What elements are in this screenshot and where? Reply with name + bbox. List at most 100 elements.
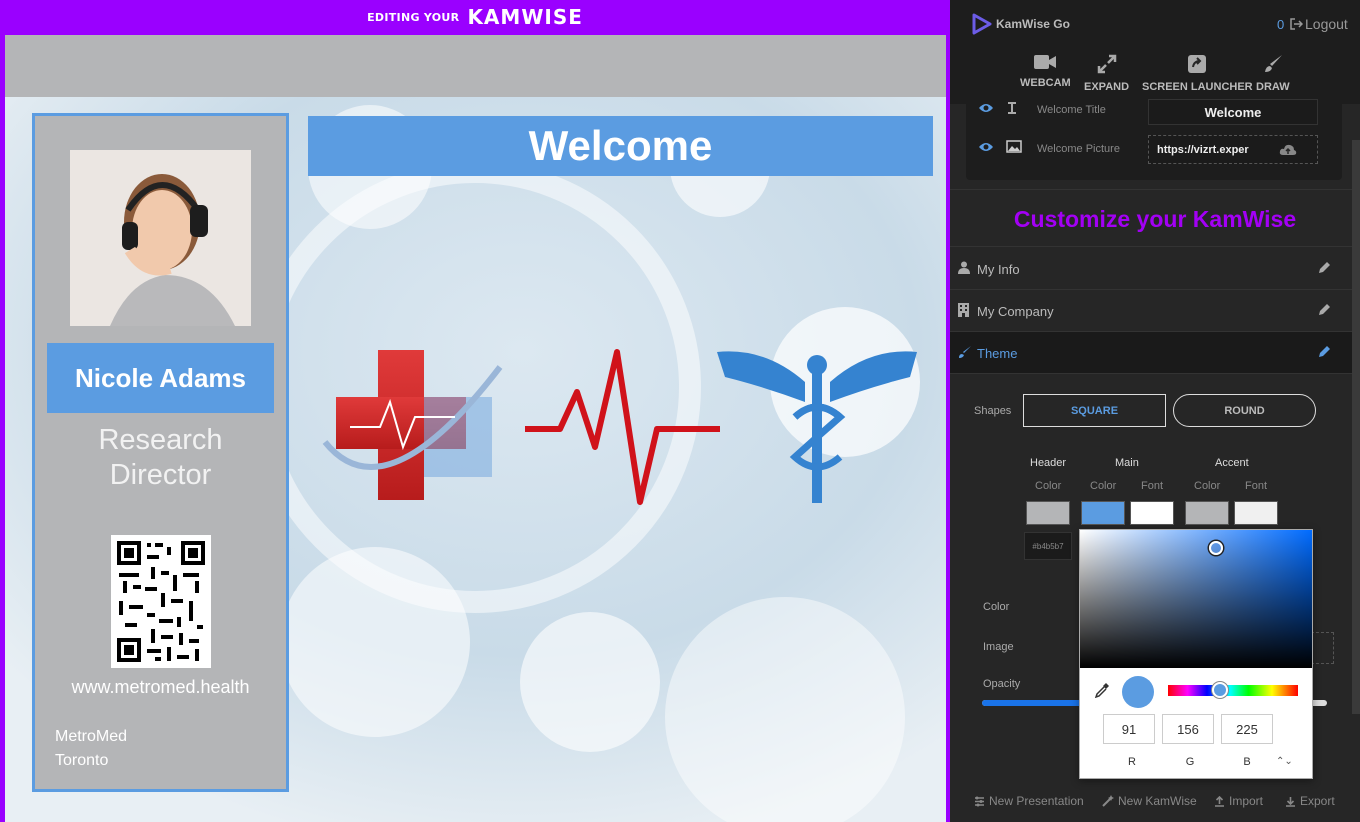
profile-sidebar[interactable]: Nicole Adams Research Director www.metro… — [32, 113, 289, 792]
export-button[interactable]: Export — [1285, 794, 1335, 808]
hue-slider[interactable] — [1168, 685, 1298, 696]
red-input[interactable]: 91 — [1103, 714, 1155, 744]
header-color-label: Color — [1035, 480, 1062, 492]
profile-company[interactable]: MetroMed Toronto — [55, 725, 127, 773]
main-font-swatch[interactable] — [1130, 501, 1174, 525]
profile-job-title[interactable]: Research Director — [35, 423, 286, 493]
new-kamwise-button[interactable]: New KamWise — [1102, 794, 1197, 808]
welcome-picture-label: Welcome Picture — [1037, 143, 1120, 155]
top-bar: KamWise Go 0 Logout — [950, 0, 1360, 48]
pencil-icon[interactable] — [1318, 261, 1331, 274]
import-button[interactable]: Import — [1214, 794, 1263, 808]
profile-name[interactable]: Nicole Adams — [47, 343, 274, 413]
opacity-label: Opacity — [983, 678, 1021, 690]
accent-font-label: Font — [1245, 480, 1268, 492]
new-kamwise-label: New KamWise — [1118, 794, 1197, 808]
section-my-info[interactable]: My Info — [950, 248, 1352, 290]
main-color-label: Color — [1090, 480, 1117, 492]
welcome-picture-field-row: Welcome Picture https://vizrt.exper — [966, 135, 1342, 165]
webcam-button[interactable]: WEBCAM — [1020, 54, 1071, 89]
webcam-icon — [1034, 55, 1057, 69]
upload-cloud-icon[interactable] — [1279, 143, 1297, 156]
qr-code[interactable] — [111, 535, 211, 668]
accent-font-swatch[interactable] — [1234, 501, 1278, 525]
background-color-label: Color — [983, 601, 1010, 613]
saturation-area[interactable] — [1080, 530, 1312, 668]
import-label: Import — [1229, 794, 1264, 808]
kamwise-logo: KAMWISE — [467, 5, 583, 29]
person-headphones-image — [70, 150, 251, 326]
color-mode-toggle[interactable]: ⌃⌄ — [1276, 756, 1293, 767]
expand-icon — [1097, 54, 1116, 74]
red-label: R — [1128, 756, 1136, 768]
pencil-icon[interactable] — [1318, 345, 1331, 358]
welcome-title-field-row: Welcome Title Welcome — [966, 96, 1342, 126]
brush-icon — [1264, 55, 1282, 72]
section-theme-label: Theme — [977, 346, 1018, 361]
eye-icon[interactable] — [978, 102, 994, 114]
saturation-handle[interactable] — [1209, 541, 1223, 555]
job-title-line-2: Director — [109, 459, 212, 491]
section-my-company[interactable]: My Company — [950, 290, 1352, 332]
color-preview — [1122, 676, 1154, 708]
welcome-title-input[interactable]: Welcome — [1148, 99, 1318, 125]
editor-area: EDITING YOUR KAMWISE Nicole Adams Resear… — [0, 0, 950, 822]
new-presentation-label: New Presentation — [989, 794, 1084, 808]
color-picker-popup: 91 156 225 R G B ⌃⌄ — [1079, 529, 1313, 779]
job-title-line-1: Research — [98, 424, 223, 456]
profile-photo[interactable] — [70, 150, 251, 326]
blue-input[interactable]: 225 — [1221, 714, 1273, 744]
kamwise-canvas[interactable]: Nicole Adams Research Director www.metro… — [5, 35, 946, 822]
expand-button[interactable]: EXPAND — [1084, 54, 1129, 93]
brush-icon — [959, 346, 971, 358]
profile-website[interactable]: www.metromed.health — [35, 677, 286, 698]
green-input[interactable]: 156 — [1162, 714, 1214, 744]
main-column-label: Main — [1115, 457, 1139, 469]
screen-launcher-icon — [1188, 55, 1207, 73]
notification-count: 0 — [1277, 17, 1285, 32]
image-icon — [1006, 140, 1022, 153]
welcome-title[interactable]: Welcome — [308, 116, 933, 176]
screen-launcher-button[interactable]: SCREEN LAUNCHER — [1142, 54, 1253, 93]
canvas-header-bar[interactable] — [5, 35, 946, 97]
customize-heading: Customize your KamWise — [950, 189, 1360, 247]
pencil-icon[interactable] — [1318, 303, 1331, 316]
logout-button[interactable]: Logout — [1290, 16, 1348, 32]
footer-actions: New Presentation New KamWise Import Expo… — [950, 790, 1360, 814]
shape-square-button[interactable]: SQUARE — [1023, 394, 1166, 427]
logout-label: Logout — [1305, 16, 1348, 32]
panel-scrollbar[interactable] — [1352, 140, 1360, 714]
company-city: Toronto — [55, 752, 109, 769]
company-name: MetroMed — [55, 728, 128, 745]
draw-button[interactable]: DRAW — [1256, 54, 1290, 93]
qr-code-image — [111, 535, 211, 668]
eye-icon[interactable] — [978, 141, 994, 153]
shape-round-button[interactable]: ROUND — [1173, 394, 1316, 427]
background-image-label: Image — [983, 641, 1014, 653]
upload-icon — [1215, 795, 1224, 807]
header-hex-value[interactable]: #b4b5b7 — [1024, 532, 1072, 560]
hue-handle[interactable] — [1212, 682, 1228, 698]
welcome-picture-input[interactable]: https://vizrt.exper — [1148, 135, 1318, 164]
main-font-label: Font — [1141, 480, 1164, 492]
section-my-company-label: My Company — [977, 304, 1054, 319]
accent-column-label: Accent — [1215, 457, 1249, 469]
section-theme[interactable]: Theme — [950, 332, 1352, 374]
welcome-title-label: Welcome Title — [1037, 104, 1106, 116]
sliders-icon — [975, 796, 984, 806]
header-color-swatch[interactable] — [1026, 501, 1070, 525]
shapes-label: Shapes — [974, 405, 1012, 417]
new-presentation-button[interactable]: New Presentation — [974, 794, 1084, 808]
accent-color-label: Color — [1194, 480, 1221, 492]
welcome-fields: Welcome Title Welcome Welcome Picture ht… — [966, 99, 1342, 180]
main-color-swatch[interactable] — [1081, 501, 1125, 525]
editing-banner: EDITING YOUR KAMWISE — [0, 0, 950, 34]
accent-color-swatch[interactable] — [1185, 501, 1229, 525]
green-label: G — [1185, 756, 1195, 768]
building-icon — [958, 303, 969, 317]
opacity-slider-fill — [982, 700, 1086, 706]
text-field-icon — [1008, 102, 1016, 114]
eyedropper-icon[interactable] — [1094, 682, 1110, 698]
editing-label: EDITING YOUR — [367, 10, 460, 24]
draw-label: DRAW — [1256, 81, 1290, 93]
